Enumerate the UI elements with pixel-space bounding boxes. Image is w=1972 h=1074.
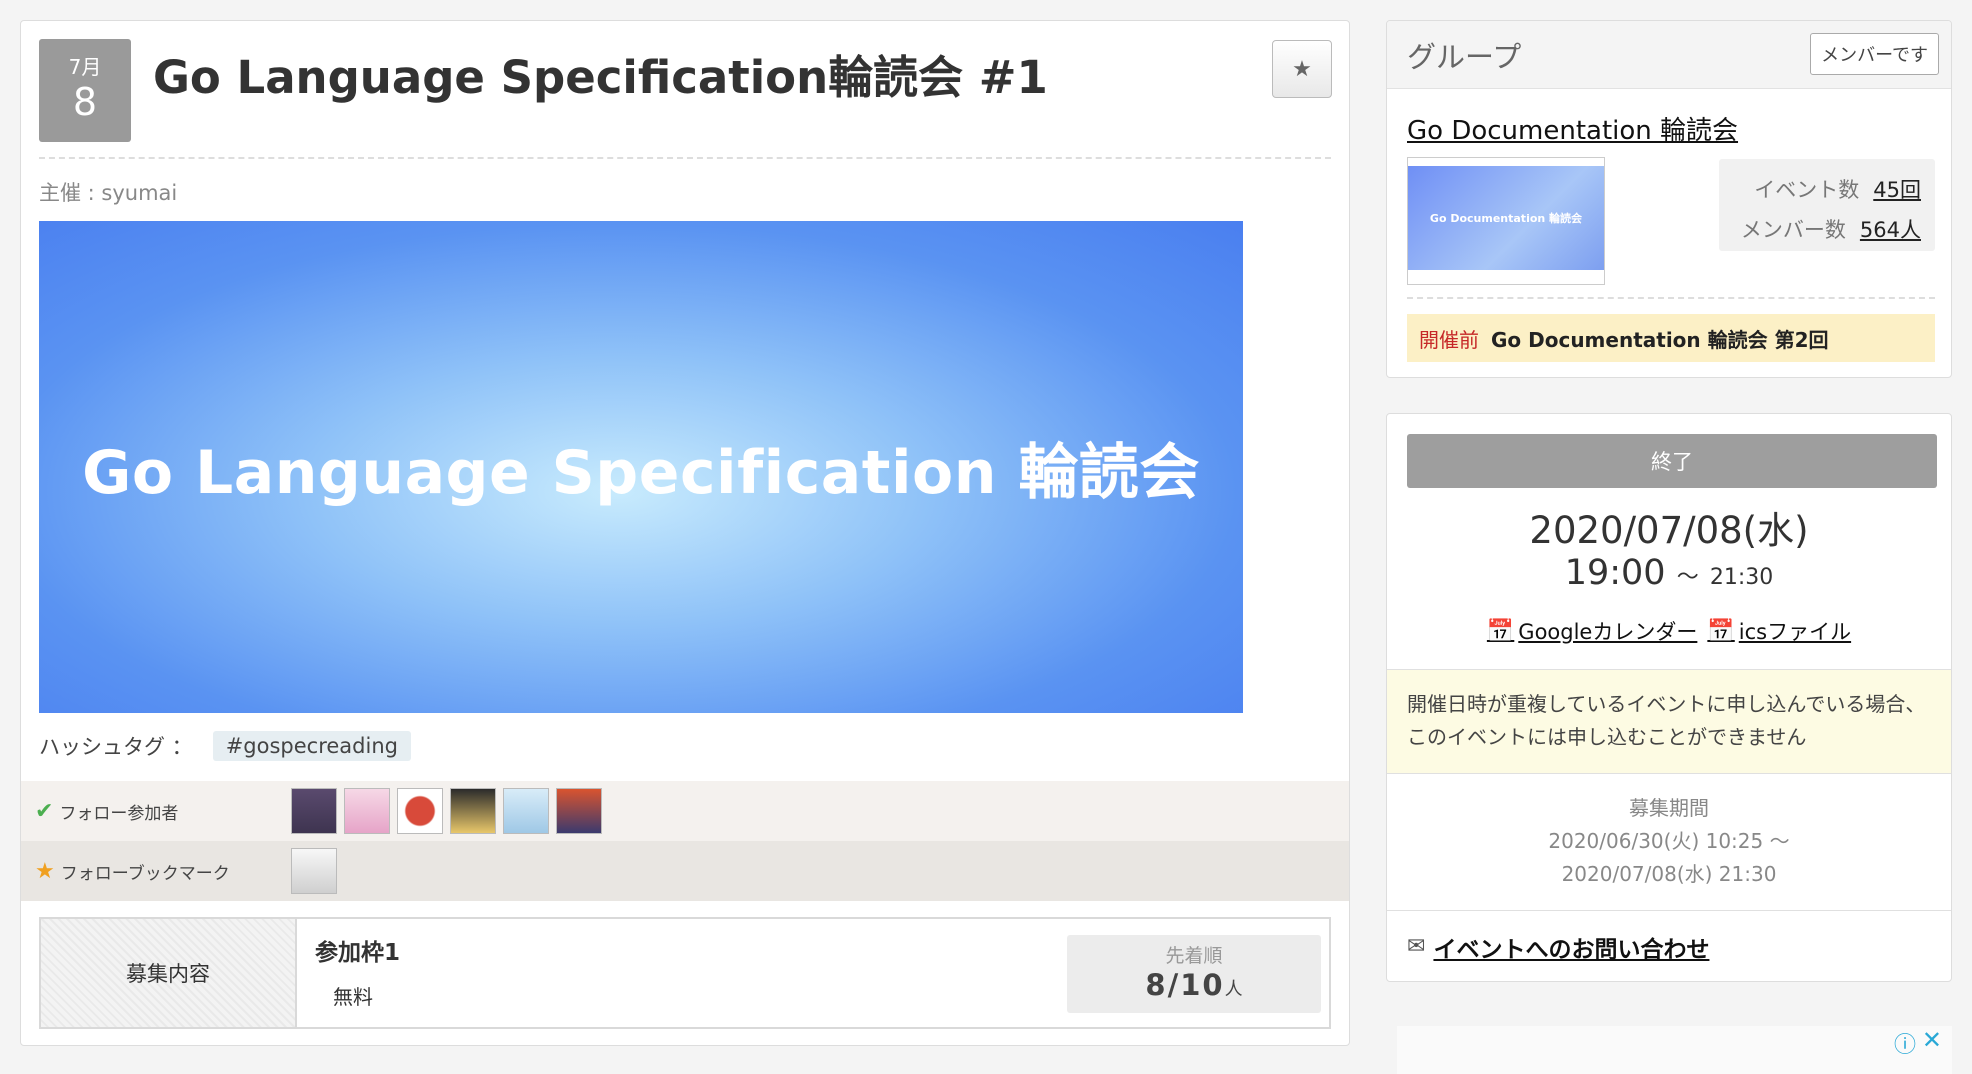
event-date: 2020/07/08(水) (1529, 509, 1809, 552)
overlap-notice: 開催日時が重複しているイベントに申し込んでいる場合、このイベントには申し込むこと… (1387, 669, 1951, 774)
hashtag-row: ハッシュタグ ： #gospecreading (39, 731, 411, 761)
slot-fee: 無料 (333, 985, 373, 1009)
avatar[interactable] (291, 848, 337, 894)
status-ended: 終了 (1407, 434, 1937, 488)
events-label: イベント数 (1754, 178, 1860, 202)
member-button[interactable]: メンバーです (1810, 33, 1939, 75)
group-stats: イベント数 45回 メンバー数 564人 (1719, 159, 1935, 251)
upcoming-tag: 開催前 (1419, 327, 1479, 352)
star-icon: ★ (35, 858, 55, 884)
date-badge: 7月 8 (39, 39, 131, 142)
count-unit: 人 (1224, 979, 1243, 1000)
ad-close-icon[interactable]: ✕ (1922, 1026, 1942, 1054)
participant-avatars (291, 788, 602, 834)
recruit-header: 募集内容 (41, 919, 297, 1027)
group-header-title: グループ (1407, 40, 1522, 74)
group-thumbnail-text: Go Documentation 輪読会 (1408, 166, 1604, 270)
avatar[interactable] (556, 788, 602, 834)
hashtag-label: ハッシュタグ ： (39, 735, 193, 759)
members-count-link[interactable]: 564人 (1860, 214, 1921, 244)
ics-file-link[interactable]: 📅 icsファイル (1707, 616, 1851, 646)
contact-row: ✉ イベントへのお問い合わせ (1387, 910, 1951, 981)
calendar-links: 📅 Googleカレンダー 📅 icsファイル (1387, 616, 1951, 646)
avatar[interactable] (450, 788, 496, 834)
slot-count-box: 先着順 8/10人 (1067, 935, 1321, 1013)
follow-participants-row: ✔ フォロー参加者 (21, 781, 1349, 841)
bookmark-button[interactable]: ★ (1272, 40, 1332, 98)
organizer: 主催 : syumai (39, 181, 178, 205)
period-label: 募集期間 (1629, 796, 1709, 820)
end-time: 21:30 (1709, 565, 1774, 590)
avatar[interactable] (344, 788, 390, 834)
calendar-add-icon: 📅 (1486, 618, 1515, 644)
follow-bookmarks-label: フォローブックマーク (60, 863, 230, 884)
avatar[interactable] (291, 788, 337, 834)
next-event-banner[interactable]: 開催前 Go Documentation 輪読会 第2回 (1407, 314, 1935, 362)
group-card: グループ メンバーです Go Documentation 輪読会 Go Docu… (1386, 20, 1952, 378)
avatar[interactable] (503, 788, 549, 834)
mail-icon: ✉ (1407, 934, 1426, 959)
slot-title: 参加枠1 (315, 940, 401, 966)
group-name-link[interactable]: Go Documentation 輪読会 (1407, 110, 1738, 147)
members-label: メンバー数 (1740, 218, 1846, 242)
ad-info-icon[interactable]: ⓘ (1894, 1027, 1916, 1059)
event-title: Go Language Specification輪読会 #1 (153, 51, 1048, 104)
event-card: 7月 8 Go Language Specification輪読会 #1 ★ 主… (20, 20, 1350, 1046)
check-icon: ✔ (35, 798, 54, 824)
divider (39, 157, 1331, 159)
banner-text: Go Language Specification 輪読会 (82, 437, 1200, 508)
contact-link[interactable]: イベントへのお問い合わせ (1433, 930, 1709, 964)
follow-participants-label: フォロー参加者 (59, 803, 179, 824)
participant-count: 8/10 (1145, 968, 1225, 1002)
events-count-link[interactable]: 45回 (1873, 174, 1921, 204)
star-icon: ★ (1292, 56, 1312, 82)
group-thumbnail[interactable]: Go Documentation 輪読会 (1407, 157, 1605, 285)
next-event-title: Go Documentation 輪読会 第2回 (1491, 327, 1829, 352)
recruit-period: 募集期間 2020/06/30(火) 10:25 ～ 2020/07/08(水)… (1387, 792, 1951, 891)
time-tilde: ～ (1676, 565, 1699, 590)
bookmark-avatars (291, 848, 337, 894)
event-banner-image: Go Language Specification 輪読会 (39, 221, 1243, 713)
date-month: 7月 (68, 55, 102, 79)
ad-banner (1397, 1026, 1952, 1074)
hashtag-link[interactable]: #gospecreading (212, 731, 411, 761)
schedule-card: 終了 2020/07/08(水) 19:00 ～ 21:30 📅 Googleカレ… (1386, 413, 1952, 982)
date-day: 8 (72, 80, 98, 124)
google-calendar-link[interactable]: 📅 Googleカレンダー (1487, 616, 1697, 646)
divider (1407, 297, 1935, 299)
period-end: 2020/07/08(水) 21:30 (1561, 862, 1777, 886)
follow-bookmarks-row: ★ フォローブックマーク (21, 841, 1349, 901)
event-time: 19:00 ～ 21:30 (1387, 553, 1951, 593)
avatar[interactable] (397, 788, 443, 834)
start-time: 19:00 (1564, 553, 1666, 593)
period-start: 2020/06/30(火) 10:25 ～ (1548, 829, 1790, 853)
order-label: 先着順 (1165, 945, 1223, 967)
calendar-download-icon: 📅 (1707, 618, 1735, 644)
recruit-box: 募集内容 参加枠1 無料 先着順 8/10人 (39, 917, 1331, 1029)
